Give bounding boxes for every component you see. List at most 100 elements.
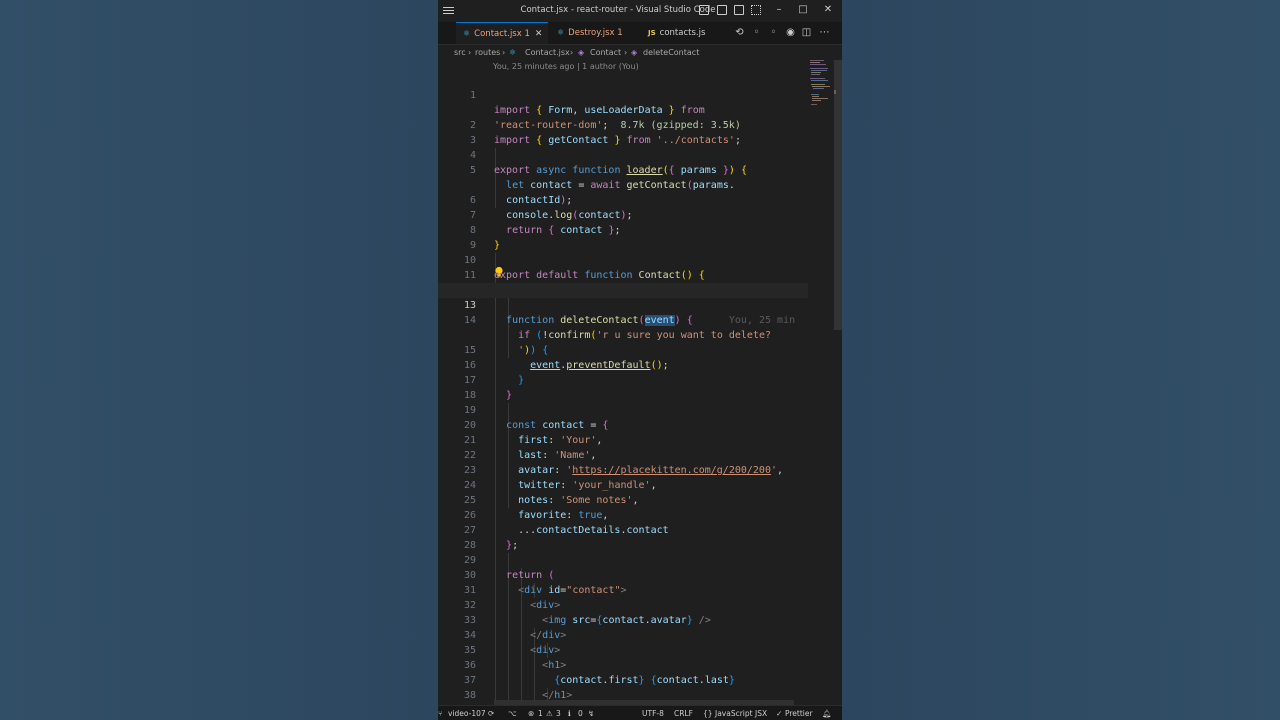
window-title: Contact.jsx - react-router - Visual Stud… xyxy=(520,5,716,15)
code-line: 2 import { getContact } from '../contact… xyxy=(469,120,741,146)
code-line: 26 ...contactDetails.contact xyxy=(463,510,669,536)
code-line: 10 export default function Contact() { xyxy=(463,255,705,281)
code-line: 31 <div> xyxy=(463,585,561,611)
warning-icon[interactable]: ⚠ xyxy=(546,706,553,720)
vertical-scrollbar[interactable] xyxy=(834,60,842,330)
symbol-method-icon: ◈ xyxy=(631,48,638,57)
toggle-primary-sidebar-icon[interactable] xyxy=(699,5,709,15)
code-line: 17 } xyxy=(463,375,513,401)
tab-destroy-jsx[interactable]: ⚛ Destroy.jsx 1 xyxy=(550,22,640,44)
hamburger-menu-icon[interactable] xyxy=(442,4,455,17)
source-control-icon[interactable]: ⑂ xyxy=(438,706,443,720)
chevron-right-icon: › xyxy=(570,48,574,57)
code-line: 20 first: 'Your', xyxy=(463,420,603,446)
code-line: 30 <div id="contact"> xyxy=(463,570,627,596)
next-change-icon[interactable]: ◦ xyxy=(767,26,780,39)
breadcrumb-contact[interactable]: Contact xyxy=(590,45,621,60)
tab-contacts-js[interactable]: JS contacts.js xyxy=(642,22,722,44)
code-line: 25 favorite: true, xyxy=(463,495,609,521)
toggle-panel-icon[interactable] xyxy=(717,5,727,15)
code-line: 6 console.log(contact); xyxy=(469,195,633,221)
code-line: 4 export async function loader({ params … xyxy=(469,150,747,176)
code-line: 19 const contact = { xyxy=(463,405,609,431)
maximize-icon[interactable]: □ xyxy=(796,3,810,17)
code-line: 35 <h1> xyxy=(463,645,567,671)
end-of-line[interactable]: CRLF xyxy=(674,706,693,720)
code-line: 38 <p> xyxy=(463,690,476,701)
js-icon: JS xyxy=(648,29,656,37)
more-actions-icon[interactable]: ⋯ xyxy=(818,26,831,39)
code-line: 28 xyxy=(463,540,476,551)
close-window-icon[interactable]: ✕ xyxy=(821,3,835,17)
breadcrumb-deletecontact[interactable]: deleteContact xyxy=(643,45,699,60)
code-line: 27 }; xyxy=(463,525,519,551)
git-blame-codelens[interactable]: You, 25 minutes ago | 1 author (You) xyxy=(493,60,639,73)
error-count[interactable]: 1 xyxy=(538,706,543,720)
git-graph-icon[interactable]: ⌥ xyxy=(508,706,517,720)
chevron-right-icon: › xyxy=(502,48,506,57)
ports-icon[interactable]: ↯ xyxy=(588,706,594,720)
formatter[interactable]: Prettier xyxy=(785,706,813,720)
tab-contact-jsx[interactable]: ⚛ Contact.jsx 1 ✕ xyxy=(456,22,548,44)
breadcrumb-file[interactable]: Contact.jsx xyxy=(525,45,570,60)
code-line: 18 xyxy=(463,390,476,401)
code-line: ')) { xyxy=(518,345,549,356)
backdrop-right xyxy=(842,0,1280,720)
previous-change-icon[interactable]: ◦ xyxy=(750,26,763,39)
breadcrumb: src › routes › ⚛ Contact.jsx › ◈ Contact… xyxy=(438,45,842,60)
breadcrumb-src[interactable]: src xyxy=(454,45,466,60)
minimap[interactable] xyxy=(808,60,836,700)
timeline-icon[interactable]: ◉ xyxy=(784,26,797,39)
code-line: 12 xyxy=(438,268,808,296)
symbol-method-icon: ◈ xyxy=(578,48,585,57)
code-line: 1 import { Form, useLoaderData } from xyxy=(469,90,705,116)
info-icon[interactable]: ℹ xyxy=(568,706,571,720)
breadcrumb-routes[interactable]: routes xyxy=(475,45,500,60)
code-line: 22 avatar: 'https://placekitten.com/g/20… xyxy=(463,450,784,476)
close-tab-icon[interactable]: ✕ xyxy=(535,23,543,45)
chevron-right-icon: › xyxy=(468,48,472,57)
open-changes-icon[interactable]: ⟲ xyxy=(733,26,746,39)
code-line: 3 xyxy=(469,135,476,146)
code-line: 29 return ( xyxy=(463,555,555,581)
code-editor[interactable]: 1 import { Form, useLoaderData } from 'r… xyxy=(438,73,808,701)
backdrop-left xyxy=(0,0,438,720)
code-line: 5 let contact = await getContact(params. xyxy=(469,165,735,191)
react-icon: ⚛ xyxy=(557,28,565,37)
tab-label: Destroy.jsx 1 xyxy=(568,28,623,38)
chevron-right-icon: › xyxy=(624,48,628,57)
customize-layout-icon[interactable] xyxy=(751,5,761,15)
code-line: 9 xyxy=(469,240,476,251)
code-line: 11 const contactDetails = useLoaderData(… xyxy=(463,270,741,296)
react-icon: ⚛ xyxy=(509,48,517,57)
code-line: contactId); xyxy=(506,195,573,206)
notifications-bell-icon[interactable]: 🔔︎ xyxy=(822,706,832,720)
code-line: 23 twitter: 'your_handle', xyxy=(463,465,657,491)
split-editor-icon[interactable]: ◫ xyxy=(800,26,813,39)
encoding[interactable]: UTF-8 xyxy=(642,706,664,720)
minimize-icon[interactable]: – xyxy=(772,3,786,17)
tab-label: contacts.js xyxy=(659,28,706,38)
react-icon: ⚛ xyxy=(463,29,471,38)
braces-icon: {} xyxy=(703,709,713,718)
tab-label: Contact.jsx 1 xyxy=(474,29,530,39)
language-mode[interactable]: JavaScript JSX xyxy=(715,706,767,720)
code-line: 37 </h1> xyxy=(463,675,573,701)
current-code-line: 13 function deleteContact(event) { You, … xyxy=(438,283,808,326)
code-line: 16 } xyxy=(463,360,525,386)
warning-count[interactable]: 3 xyxy=(556,706,561,720)
toggle-secondary-sidebar-icon[interactable] xyxy=(734,5,744,15)
title-bar: Contact.jsx - react-router - Visual Stud… xyxy=(438,0,842,22)
code-line: 24 notes: 'Some notes', xyxy=(463,480,639,506)
code-line: 34 <div> xyxy=(463,630,561,656)
status-bar: ⑂ video-107 ⟳ ⌥ ⊗ 1 ⚠ 3 ℹ 0 ↯ UTF-8 CRLF… xyxy=(438,705,842,720)
code-line: 33 </div> xyxy=(463,615,567,641)
error-icon[interactable]: ⊗ xyxy=(528,706,534,720)
check-icon: ✓ xyxy=(776,709,783,718)
sync-icon[interactable]: ⟳ xyxy=(488,706,494,720)
editor-tabs: ⚛ Contact.jsx 1 ✕ ⚛ Destroy.jsx 1 JS contact… xyxy=(438,22,842,45)
code-line: 32 <img src={contact.avatar} /> xyxy=(463,600,711,626)
info-count[interactable]: 0 xyxy=(578,706,583,720)
code-line: 36 {contact.first} {contact.last} xyxy=(463,660,735,686)
branch-name[interactable]: video-107 xyxy=(448,706,486,720)
